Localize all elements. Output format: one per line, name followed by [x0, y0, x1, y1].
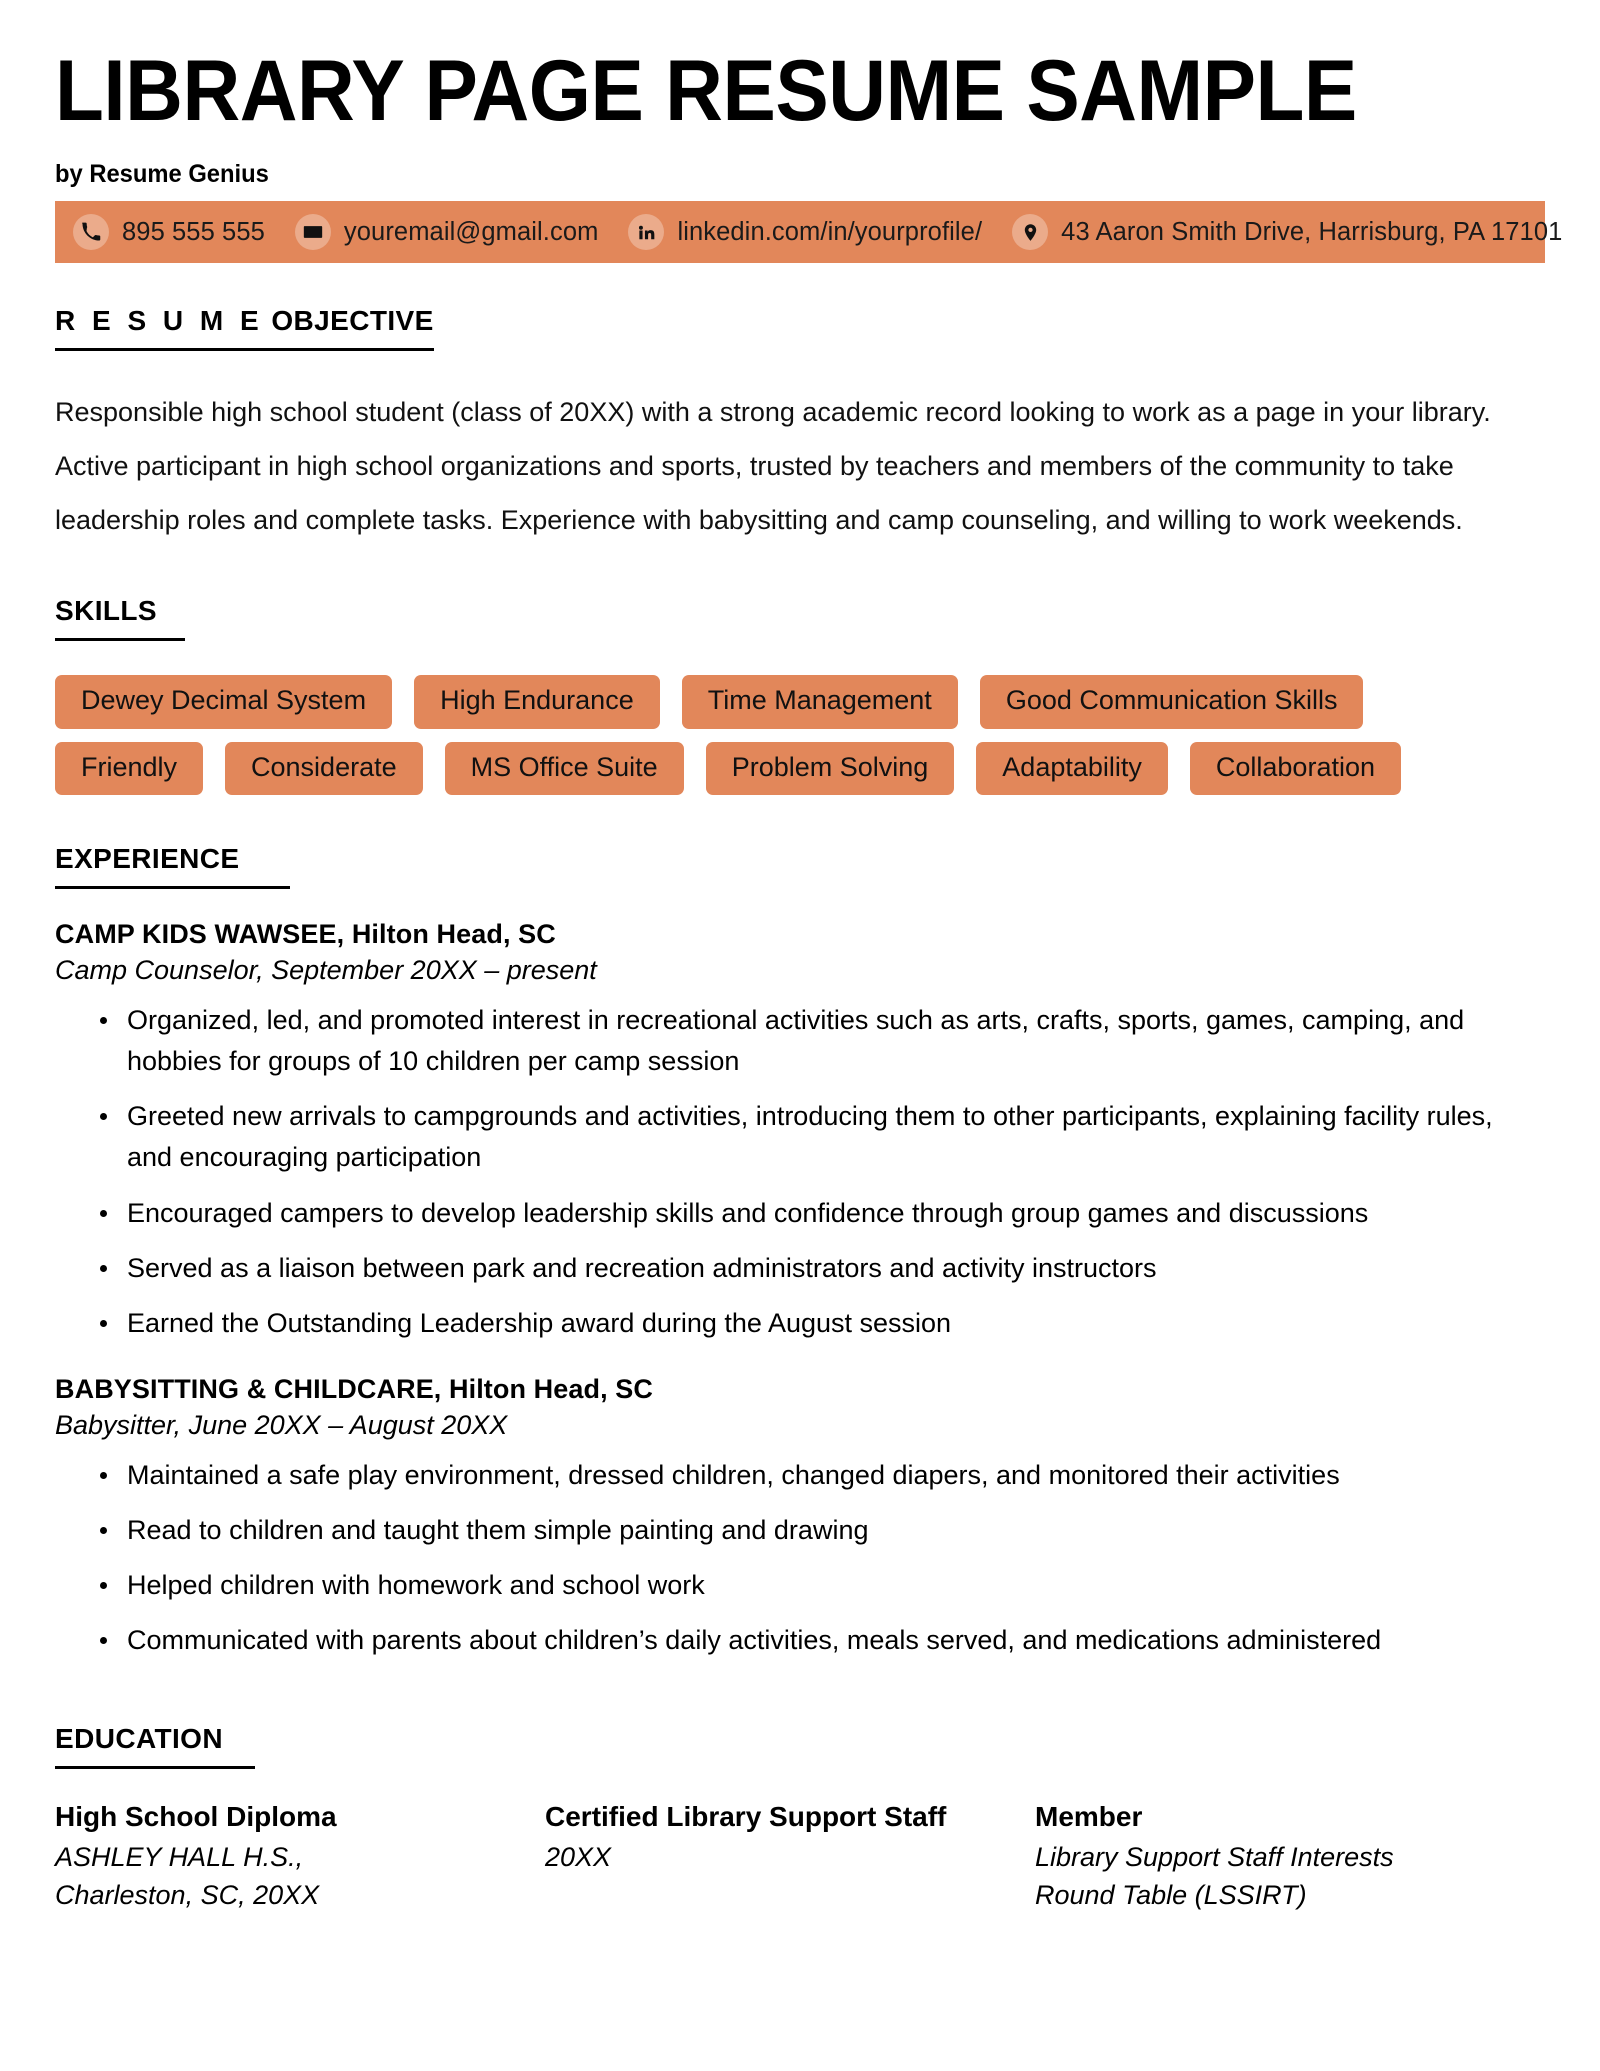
contact-bar: 895 555 555 youremail@gmail.com linkedin…: [55, 201, 1562, 263]
education-title: Member: [1035, 1800, 1143, 1832]
skill-pill: Friendly: [55, 741, 204, 796]
education-title: High School Diploma: [55, 1800, 337, 1832]
experience-bullet: Served as a liaison between park and rec…: [55, 1248, 1545, 1289]
experience-bullet: Greeted new arrivals to campgrounds and …: [55, 1096, 1545, 1178]
skills-list: Dewey Decimal System High Endurance Time M…: [55, 675, 1515, 796]
education-entry: Member Library Support Staff Interests Ro…: [1035, 1801, 1545, 1915]
skill-pill: Collaboration: [1189, 741, 1401, 796]
resume-page: LIBRARY PAGE RESUME SAMPLE by Resume Gen…: [0, 0, 1600, 2071]
education-detail: 20XX: [545, 1841, 612, 1872]
contact-email[interactable]: youremail@gmail.com: [294, 214, 599, 250]
education-detail: ASHLEY HALL H.S., Charleston, SC, 20XX: [55, 1841, 320, 1911]
skill-pill: High Endurance: [414, 675, 660, 729]
experience-list: CAMP KIDS WAWSEE, Hilton Head, SC Camp Co…: [55, 919, 1545, 1660]
experience-bullet-list: Maintained a safe play environment, dres…: [55, 1455, 1545, 1661]
contact-linkedin-value: linkedin.com/in/yourprofile/: [677, 217, 983, 246]
contact-address[interactable]: 43 Aaron Smith Drive, Harrisburg, PA 171…: [1012, 214, 1562, 250]
section-heading-objective: R E S U M E OBJECTIVE: [55, 305, 434, 351]
objective-line-3: leadership roles and complete tasks. Exp…: [55, 505, 1463, 535]
experience-role-dates: Camp Counselor, September 20XX – present: [55, 955, 597, 986]
section-heading-education: EDUCATION: [55, 1723, 255, 1769]
experience-bullet: Helped children with homework and school…: [55, 1565, 1545, 1606]
section-resume-objective: R E S U M E OBJECTIVE Responsible high s…: [55, 305, 1545, 547]
experience-bullet: Earned the Outstanding Leadership award …: [55, 1303, 1545, 1344]
experience-company: BABYSITTING & CHILDCARE, Hilton Head, SC: [55, 1373, 654, 1404]
skill-pill: Problem Solving: [705, 741, 955, 796]
section-education: EDUCATION High School Diploma ASHLEY HALL…: [55, 1723, 1545, 1915]
contact-linkedin[interactable]: linkedin.com/in/yourprofile/: [628, 214, 982, 250]
objective-line-2: Active participant in high school organi…: [55, 451, 1454, 481]
skill-pill: Adaptability: [976, 741, 1168, 796]
objective-text: Responsible high school student (class o…: [55, 385, 1545, 547]
experience-entry: BABYSITTING & CHILDCARE, Hilton Head, SC…: [55, 1374, 1545, 1661]
envelope-icon: [294, 214, 331, 250]
linkedin-icon: [628, 214, 665, 250]
experience-bullet-list: Organized, led, and promoted interest in…: [55, 1000, 1545, 1343]
skill-pill: Time Management: [681, 675, 958, 729]
experience-company: CAMP KIDS WAWSEE, Hilton Head, SC: [55, 919, 556, 950]
experience-bullet: Maintained a safe play environment, dres…: [55, 1455, 1545, 1496]
skill-pill: Good Communication Skills: [979, 675, 1364, 729]
education-grid: High School Diploma ASHLEY HALL H.S., Char…: [55, 1801, 1545, 1915]
education-title: Certified Library Support Staff: [545, 1800, 947, 1832]
phone-icon: [73, 214, 109, 250]
education-entry: High School Diploma ASHLEY HALL H.S., Char…: [55, 1801, 545, 1915]
section-heading-skills: SKILLS: [55, 595, 185, 641]
skill-pill: Considerate: [225, 741, 423, 796]
section-skills: SKILLS Dewey Decimal System High Enduranc…: [55, 595, 1545, 796]
heading-rest-part: OBJECTIVE: [263, 305, 434, 336]
contact-phone-value: 895 555 555: [122, 217, 265, 246]
byline: by Resume Genius: [55, 160, 269, 188]
experience-bullet: Encouraged campers to develop leadership…: [55, 1193, 1545, 1234]
experience-entry: CAMP KIDS WAWSEE, Hilton Head, SC Camp Co…: [55, 919, 1545, 1343]
education-detail: Library Support Staff Interests Round Ta…: [1035, 1841, 1394, 1911]
skill-pill: MS Office Suite: [444, 741, 684, 796]
experience-bullet: Communicated with parents about children…: [55, 1620, 1545, 1661]
page-title: LIBRARY PAGE RESUME SAMPLE: [55, 43, 1357, 139]
experience-bullet: Read to children and taught them simple …: [55, 1510, 1545, 1551]
heading-spaced-part: R E S U M E: [55, 305, 264, 336]
section-heading-experience: EXPERIENCE: [55, 843, 290, 890]
contact-email-value: youremail@gmail.com: [343, 217, 599, 246]
experience-bullet: Organized, led, and promoted interest in…: [55, 1000, 1545, 1082]
education-entry: Certified Library Support Staff 20XX: [545, 1801, 1035, 1915]
contact-phone[interactable]: 895 555 555: [73, 214, 265, 250]
experience-role-dates: Babysitter, June 20XX – August 20XX: [55, 1409, 508, 1440]
contact-address-value: 43 Aaron Smith Drive, Harrisburg, PA 171…: [1061, 217, 1563, 246]
skill-pill: Dewey Decimal System: [55, 675, 393, 729]
section-experience: EXPERIENCE CAMP KIDS WAWSEE, Hilton Head…: [55, 843, 1545, 1660]
objective-line-1: Responsible high school student (class o…: [55, 397, 1491, 427]
map-pin-icon: [1012, 214, 1049, 250]
